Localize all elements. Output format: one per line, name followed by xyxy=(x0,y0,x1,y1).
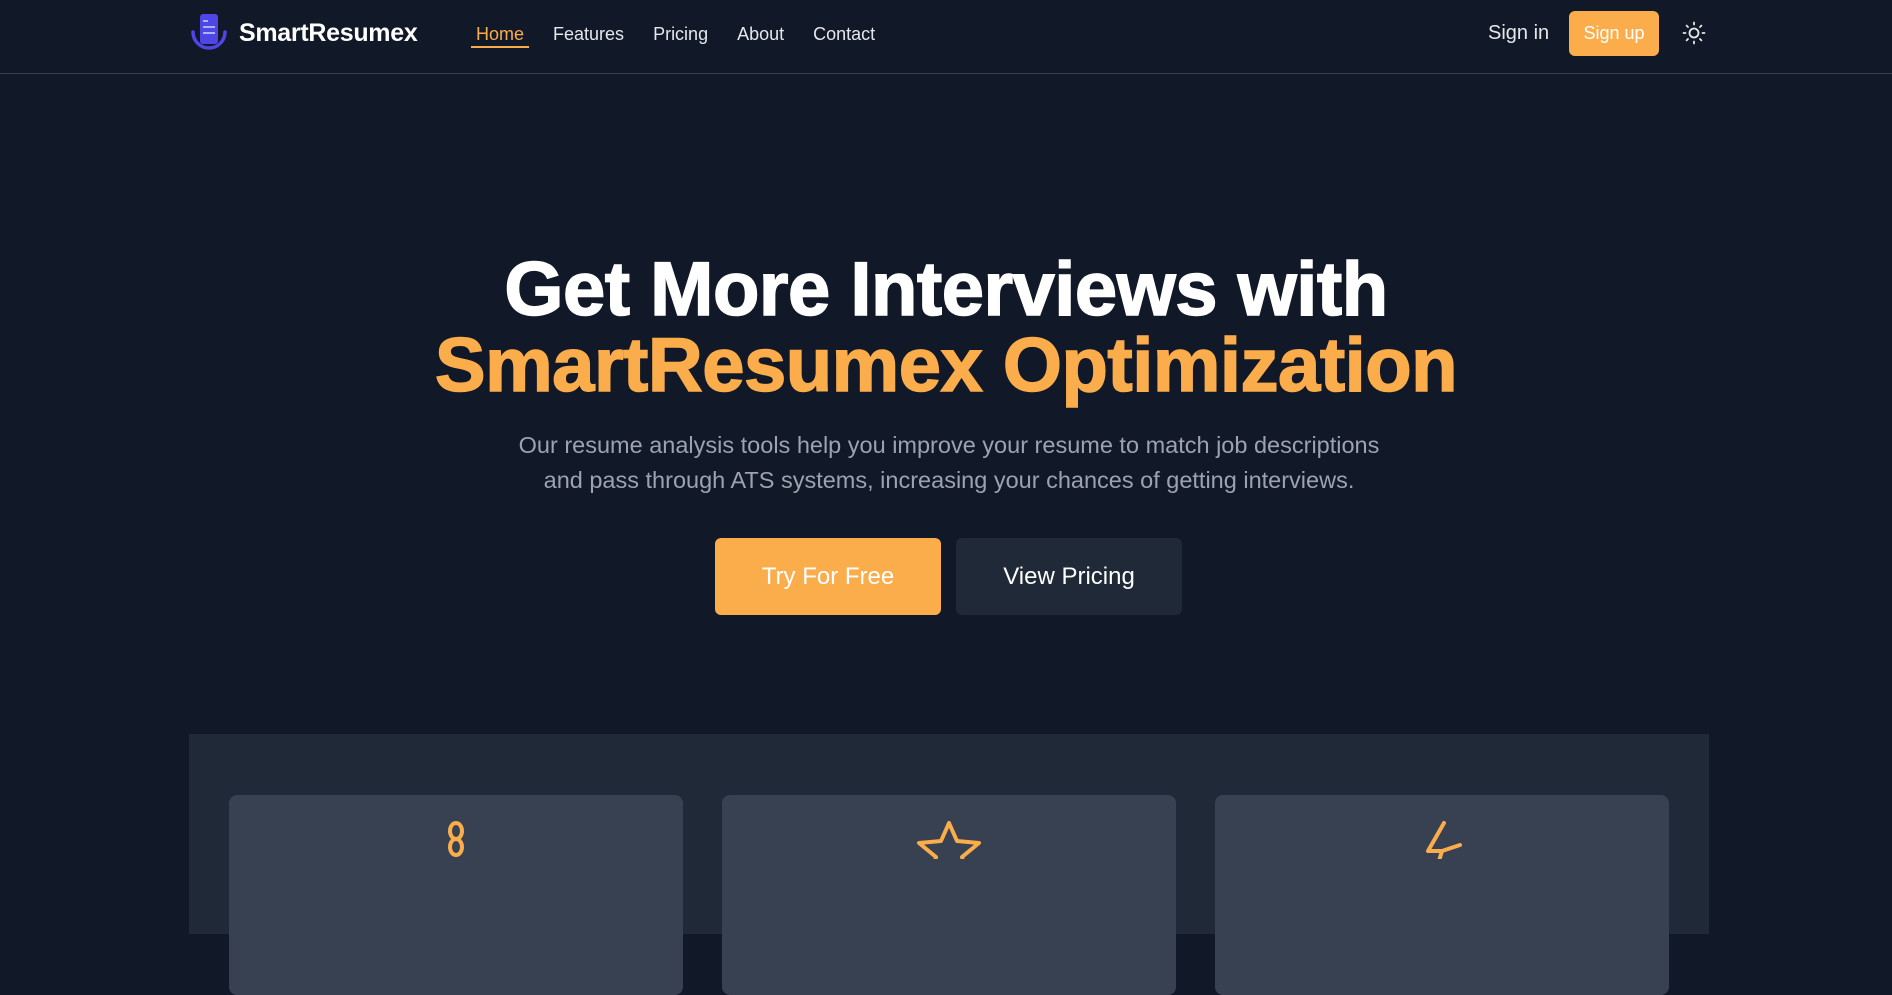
sign-up-button[interactable]: Sign up xyxy=(1569,11,1659,56)
theme-toggle-button[interactable] xyxy=(1681,20,1707,46)
sun-icon xyxy=(1682,21,1706,45)
star-icon xyxy=(917,821,981,859)
brand-name: SmartResumex xyxy=(239,18,418,47)
brand-logo-link[interactable]: SmartResumex xyxy=(189,12,418,54)
features-section xyxy=(189,734,1709,995)
feature-card xyxy=(722,795,1176,995)
sign-in-link[interactable]: Sign in xyxy=(1488,20,1549,46)
nav-link-contact[interactable]: Contact xyxy=(808,20,880,48)
feature-card xyxy=(1215,795,1669,995)
lightning-icon xyxy=(1426,821,1462,859)
hero-title: Get More Interviews with SmartResumex Op… xyxy=(0,247,1892,408)
nav-link-features[interactable]: Features xyxy=(548,20,629,48)
hero-subtitle-line1: Our resume analysis tools help you impro… xyxy=(518,432,1380,458)
top-navbar: SmartResumex Home Features Pricing About… xyxy=(0,0,1892,74)
hero-subtitle-line2: and pass through ATS systems, increasing… xyxy=(543,467,1355,493)
nav-link-pricing[interactable]: Pricing xyxy=(648,20,713,48)
view-pricing-button[interactable]: View Pricing xyxy=(956,538,1182,615)
feature-card xyxy=(229,795,683,995)
try-for-free-button[interactable]: Try For Free xyxy=(715,538,941,615)
hero-title-highlight: SmartResumex Optimization xyxy=(434,323,1458,408)
link-icon xyxy=(448,821,464,857)
main-nav: Home Features Pricing About Contact xyxy=(471,20,899,50)
document-icon xyxy=(191,14,227,50)
nav-link-about[interactable]: About xyxy=(732,20,789,48)
hero-subtitle: Our resume analysis tools help you impro… xyxy=(466,428,1432,498)
hero-title-line1: Get More Interviews with xyxy=(504,247,1389,332)
nav-link-home[interactable]: Home xyxy=(471,20,530,48)
